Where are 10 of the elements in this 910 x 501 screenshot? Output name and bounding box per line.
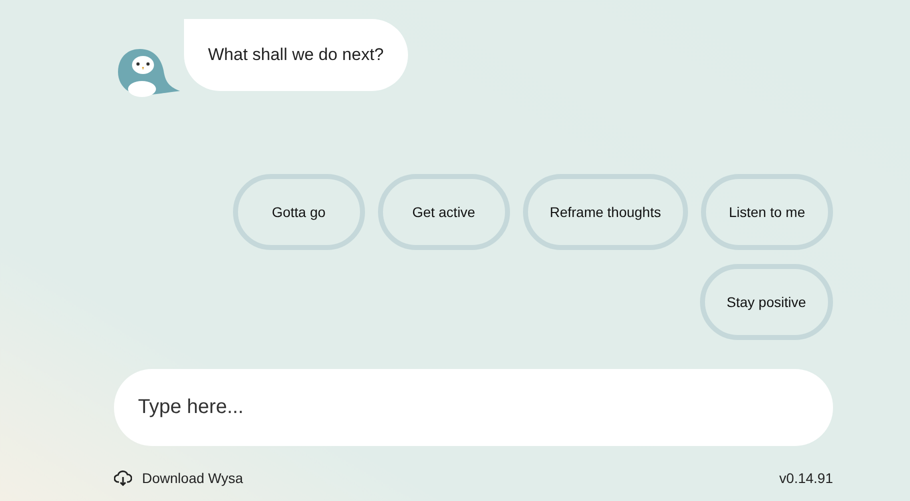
message-input-field[interactable]: Type here... xyxy=(114,369,833,446)
quick-reply-button[interactable]: Get active xyxy=(378,174,510,250)
download-link[interactable]: Download Wysa xyxy=(114,470,244,486)
cloud-download-icon xyxy=(114,470,132,486)
quick-reply-button[interactable]: Listen to me xyxy=(701,174,833,250)
quick-reply-button[interactable]: Gotta go xyxy=(232,174,365,250)
quick-reply-button[interactable]: Stay positive xyxy=(700,264,833,340)
chat-bubble: What shall we do next? xyxy=(184,19,408,91)
quick-reply-button[interactable]: Reframe thoughts xyxy=(522,174,688,250)
version-text: v0.14.91 xyxy=(779,470,833,486)
